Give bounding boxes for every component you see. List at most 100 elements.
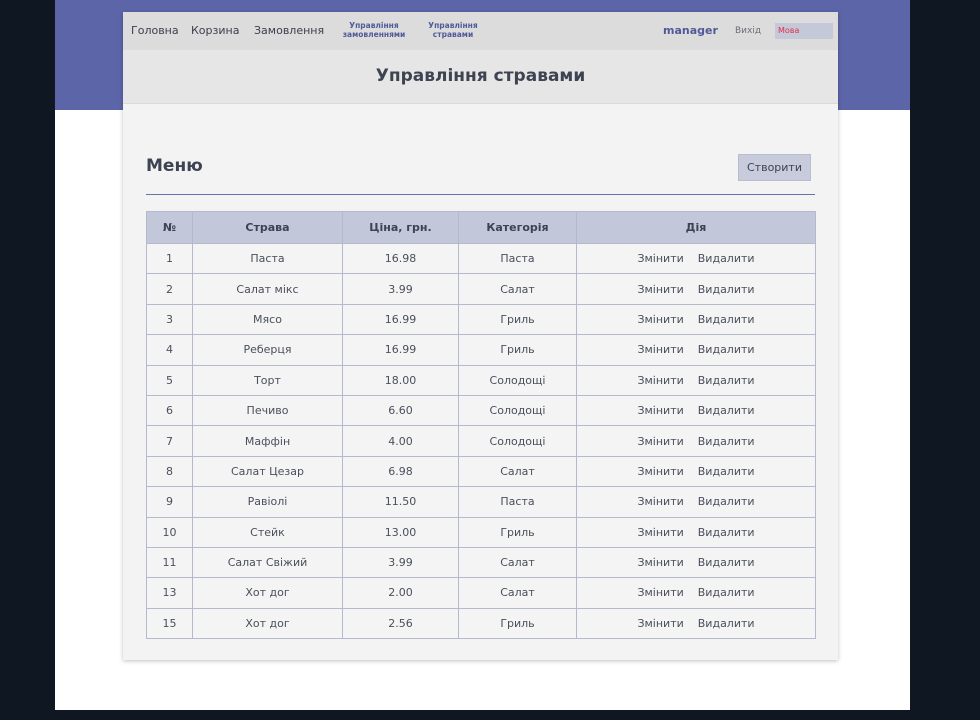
delete-link[interactable]: Видалити <box>698 586 755 599</box>
cell-number: 3 <box>146 303 193 336</box>
nav-orders-link[interactable]: Замовлення <box>254 12 324 50</box>
cell-price: 11.50 <box>342 486 459 518</box>
table-row: 5 Торт 18.00 Солодощі Змінити Видалити <box>146 364 816 396</box>
cell-price: 13.00 <box>342 516 459 548</box>
cell-actions: Змінити Видалити <box>576 546 816 579</box>
cell-category: Солодощі <box>458 364 577 396</box>
delete-link[interactable]: Видалити <box>698 495 755 508</box>
cell-price: 18.00 <box>342 364 459 396</box>
cell-dish-name: Маффін <box>192 425 343 457</box>
table-row: 1 Паста 16.98 Паста Змінити Видалити <box>146 242 816 275</box>
delete-link[interactable]: Видалити <box>698 343 755 356</box>
edit-link[interactable]: Змінити <box>637 617 683 630</box>
cell-actions: Змінити Видалити <box>576 242 816 275</box>
cell-number: 6 <box>146 394 193 427</box>
column-header-dish: Страва <box>192 211 343 244</box>
cell-price: 2.56 <box>342 607 459 640</box>
cell-dish-name: Хот дог <box>192 577 343 609</box>
delete-link[interactable]: Видалити <box>698 435 755 448</box>
cell-actions: Змінити Видалити <box>576 486 816 518</box>
delete-link[interactable]: Видалити <box>698 556 755 569</box>
cell-category: Паста <box>458 486 577 518</box>
edit-link[interactable]: Змінити <box>637 556 683 569</box>
cell-dish-name: Салат Цезар <box>192 455 343 488</box>
delete-link[interactable]: Видалити <box>698 283 755 296</box>
content-card: Головна Корзина Замовлення Управління за… <box>123 12 838 660</box>
menu-table-body: 1 Паста 16.98 Паста Змінити Видалити 2 Салат мі… <box>146 242 816 640</box>
logout-link[interactable]: Вихід <box>735 12 761 50</box>
cell-number: 13 <box>146 577 193 609</box>
cell-number: 7 <box>146 425 193 457</box>
cell-category: Гриль <box>458 303 577 336</box>
edit-link[interactable]: Змінити <box>637 526 683 539</box>
table-row: 9 Равіолі 11.50 Паста Змінити Видалити <box>146 486 816 518</box>
cell-actions: Змінити Видалити <box>576 364 816 396</box>
edit-link[interactable]: Змінити <box>637 465 683 478</box>
nav-manage-dishes-link[interactable]: Управління стравами <box>423 21 483 39</box>
language-select[interactable]: Мова <box>775 23 833 39</box>
cell-number: 2 <box>146 273 193 305</box>
table-row: 6 Печиво 6.60 Солодощі Змінити Видалити <box>146 394 816 427</box>
nav-manage-dishes-line1: Управління <box>428 21 478 30</box>
nav-username: manager <box>663 24 718 37</box>
cell-category: Салат <box>458 577 577 609</box>
delete-link[interactable]: Видалити <box>698 526 755 539</box>
cell-actions: Змінити Видалити <box>576 303 816 336</box>
edit-link[interactable]: Змінити <box>637 495 683 508</box>
cell-price: 3.99 <box>342 273 459 305</box>
page-background: Головна Корзина Замовлення Управління за… <box>55 0 910 710</box>
cell-category: Паста <box>458 242 577 275</box>
cell-actions: Змінити Видалити <box>576 273 816 305</box>
menu-heading: Меню <box>146 156 203 176</box>
create-button[interactable]: Створити <box>738 154 811 181</box>
edit-link[interactable]: Змінити <box>637 374 683 387</box>
delete-link[interactable]: Видалити <box>698 617 755 630</box>
table-row: 11 Салат Свіжий 3.99 Салат Змінити Видалити <box>146 546 816 579</box>
cell-category: Салат <box>458 546 577 579</box>
cell-category: Солодощі <box>458 394 577 427</box>
cell-dish-name: Реберця <box>192 334 343 366</box>
cell-price: 3.99 <box>342 546 459 579</box>
nav-manage-orders-link[interactable]: Управління замовленнями <box>339 21 409 39</box>
cell-category: Гриль <box>458 607 577 640</box>
cell-category: Гриль <box>458 516 577 548</box>
cell-number: 11 <box>146 546 193 579</box>
table-header-row: № Страва Ціна, грн. Категорія Дія <box>146 211 816 244</box>
edit-link[interactable]: Змінити <box>637 343 683 356</box>
nav-manage-orders-line2: замовленнями <box>342 30 406 39</box>
navbar: Головна Корзина Замовлення Управління за… <box>123 12 838 50</box>
edit-link[interactable]: Змінити <box>637 313 683 326</box>
edit-link[interactable]: Змінити <box>637 404 683 417</box>
delete-link[interactable]: Видалити <box>698 465 755 478</box>
edit-link[interactable]: Змінити <box>637 283 683 296</box>
cell-dish-name: Хот дог <box>192 607 343 640</box>
divider <box>146 194 815 195</box>
cell-category: Салат <box>458 273 577 305</box>
table-row: 2 Салат мікс 3.99 Салат Змінити Видалити <box>146 273 816 305</box>
delete-link[interactable]: Видалити <box>698 404 755 417</box>
column-header-price: Ціна, грн. <box>342 211 459 244</box>
cell-price: 6.60 <box>342 394 459 427</box>
cell-dish-name: Салат мікс <box>192 273 343 305</box>
delete-link[interactable]: Видалити <box>698 313 755 326</box>
cell-number: 5 <box>146 364 193 396</box>
cell-category: Салат <box>458 455 577 488</box>
edit-link[interactable]: Змінити <box>637 435 683 448</box>
nav-cart-link[interactable]: Корзина <box>191 12 239 50</box>
cell-number: 9 <box>146 486 193 518</box>
column-header-action: Дія <box>576 211 816 244</box>
cell-number: 8 <box>146 455 193 488</box>
edit-link[interactable]: Змінити <box>637 252 683 265</box>
delete-link[interactable]: Видалити <box>698 374 755 387</box>
table-row: 13 Хот дог 2.00 Салат Змінити Видалити <box>146 577 816 609</box>
cell-number: 4 <box>146 334 193 366</box>
nav-home-link[interactable]: Головна <box>131 12 179 50</box>
edit-link[interactable]: Змінити <box>637 586 683 599</box>
cell-actions: Змінити Видалити <box>576 425 816 457</box>
page-title: Управління стравами <box>375 66 586 86</box>
cell-dish-name: Стейк <box>192 516 343 548</box>
cell-actions: Змінити Видалити <box>576 334 816 366</box>
column-header-category: Категорія <box>458 211 577 244</box>
cell-price: 16.98 <box>342 242 459 275</box>
delete-link[interactable]: Видалити <box>698 252 755 265</box>
